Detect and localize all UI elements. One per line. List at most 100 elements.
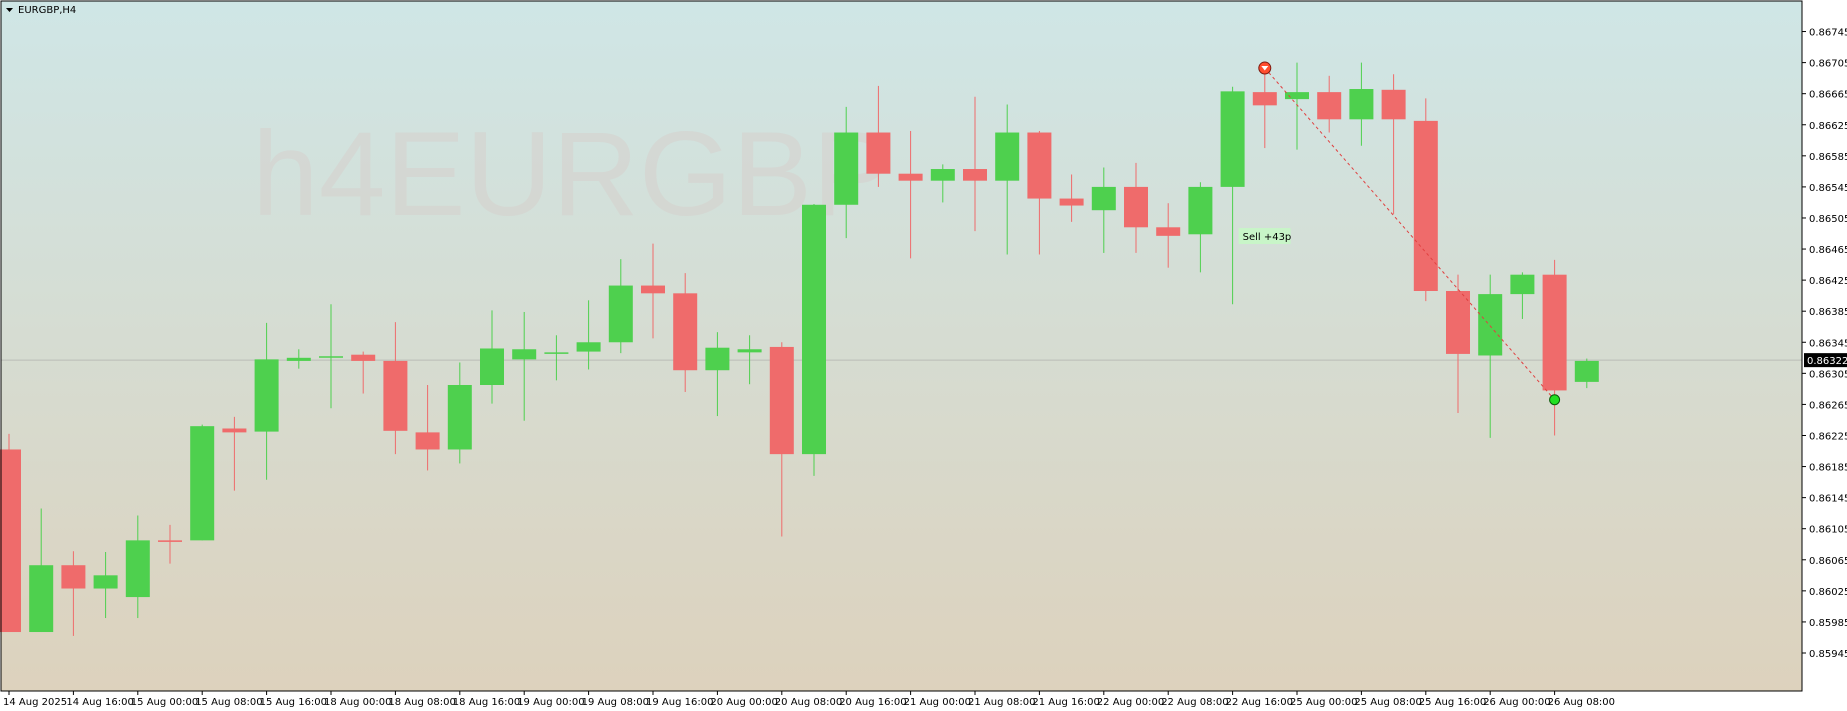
price-tick-label: 0.86705 <box>1809 59 1847 70</box>
candle-body <box>576 342 601 352</box>
candle-body <box>254 359 279 432</box>
time-tick-label: 25 Aug 00:00 <box>1290 697 1357 708</box>
time-tick-label: 22 Aug 16:00 <box>1226 697 1293 708</box>
time-tick-label: 20 Aug 00:00 <box>710 697 777 708</box>
candle-body <box>1574 360 1599 382</box>
price-tick-label: 0.86025 <box>1809 587 1847 598</box>
candle[interactable] <box>0 433 21 633</box>
symbol-watermark: h4EURGBP <box>252 107 892 241</box>
candle-body <box>351 354 376 361</box>
time-tick-label: 14 Aug 2025 <box>3 697 67 708</box>
time-axis[interactable]: 14 Aug 2025 14 Aug 16:0015 Aug 00:0015 Au… <box>3 691 1615 708</box>
candle-body <box>1413 120 1438 291</box>
candle-body <box>1091 186 1116 211</box>
trade-result-label: Sell +43p <box>1243 232 1292 243</box>
candle-body <box>1349 89 1374 120</box>
candle-body <box>93 575 118 589</box>
time-tick-label: 18 Aug 16:00 <box>453 697 520 708</box>
candle-body <box>1446 290 1470 354</box>
candle-body <box>222 428 247 433</box>
candle-body <box>544 352 569 354</box>
price-tick-label: 0.86505 <box>1809 214 1847 225</box>
price-tick-label: 0.86345 <box>1809 338 1847 349</box>
price-tick-label: 0.86305 <box>1809 369 1847 380</box>
time-tick-label: 18 Aug 00:00 <box>324 697 391 708</box>
price-chart[interactable]: h4EURGBP Sell +43p 0.86745 0.86705 0.86665… <box>0 0 1847 711</box>
candle-body <box>383 360 408 431</box>
price-tick-label: 0.86665 <box>1809 90 1847 101</box>
candle-body <box>1156 227 1181 236</box>
chart-background <box>1 1 1802 691</box>
candle-body <box>898 173 923 181</box>
time-tick-label: 14 Aug 16:00 <box>66 697 133 708</box>
time-tick-label: 22 Aug 00:00 <box>1097 697 1164 708</box>
price-tick-label: 0.85945 <box>1809 649 1847 660</box>
candle-body <box>1510 274 1535 295</box>
candle-body <box>641 285 665 294</box>
trade-exit-icon[interactable] <box>1549 394 1561 406</box>
price-tick-label: 0.86385 <box>1809 307 1847 318</box>
time-tick-label: 18 Aug 08:00 <box>388 697 455 708</box>
candle-body <box>1220 91 1245 187</box>
price-tick-label: 0.86105 <box>1809 525 1847 536</box>
candle-body <box>447 384 472 450</box>
time-tick-label: 19 Aug 08:00 <box>582 697 649 708</box>
time-tick-label: 26 Aug 00:00 <box>1483 697 1550 708</box>
price-tick-label: 0.86585 <box>1809 152 1847 163</box>
time-tick-label: 25 Aug 08:00 <box>1354 697 1421 708</box>
current-price-label: 0.86322 <box>1807 356 1847 367</box>
candle-body <box>1059 198 1084 206</box>
candle[interactable] <box>190 424 215 541</box>
price-tick-label: 0.86545 <box>1809 183 1847 194</box>
candle[interactable] <box>802 203 826 476</box>
price-tick-label: 0.86745 <box>1809 28 1847 39</box>
price-tick-label: 0.86185 <box>1809 463 1847 474</box>
price-axis[interactable]: 0.86745 0.86705 0.86665 0.86625 0.86585 0.865… <box>1802 28 1847 660</box>
candle-body <box>1542 274 1567 391</box>
candle-body <box>1252 92 1277 106</box>
time-tick-label: 15 Aug 00:00 <box>131 697 198 708</box>
price-tick-label: 0.86265 <box>1809 400 1847 411</box>
candle-body <box>286 357 311 361</box>
price-tick-label: 0.86465 <box>1809 245 1847 256</box>
candle-body <box>705 347 730 371</box>
candle-body <box>319 356 343 358</box>
candle-body <box>930 169 955 181</box>
sell-entry-icon[interactable] <box>1258 61 1272 75</box>
price-tick-label: 0.86145 <box>1809 494 1847 505</box>
time-tick-label: 26 Aug 08:00 <box>1548 697 1615 708</box>
price-tick-label: 0.86625 <box>1809 121 1847 132</box>
candle-body <box>995 132 1020 181</box>
candle-body <box>1478 294 1503 356</box>
candle-body <box>608 285 633 343</box>
candle-body <box>1027 132 1052 199</box>
candle[interactable] <box>1413 98 1438 302</box>
time-tick-label: 20 Aug 08:00 <box>775 697 842 708</box>
candle-body <box>125 540 150 598</box>
candle-body <box>29 565 54 633</box>
price-tick-label: 0.86225 <box>1809 431 1847 442</box>
price-tick-label: 0.85985 <box>1809 618 1847 629</box>
candle-body <box>769 346 794 455</box>
candle-body <box>1188 186 1213 235</box>
price-tick-label: 0.86065 <box>1809 556 1847 567</box>
candle-body <box>158 540 182 542</box>
symbol-title: EURGBP,H4 <box>18 5 76 16</box>
candle-body <box>737 349 762 353</box>
candle-body <box>866 132 891 174</box>
time-tick-label: 19 Aug 00:00 <box>517 697 584 708</box>
time-tick-label: 25 Aug 16:00 <box>1419 697 1486 708</box>
time-tick-label: 15 Aug 08:00 <box>195 697 262 708</box>
time-tick-label: 20 Aug 16:00 <box>839 697 906 708</box>
time-tick-label: 15 Aug 16:00 <box>260 697 327 708</box>
candle-body <box>802 204 826 455</box>
candle-body <box>512 349 537 360</box>
time-tick-label: 21 Aug 08:00 <box>968 697 1035 708</box>
candle-body <box>1381 89 1406 120</box>
time-tick-label: 22 Aug 08:00 <box>1161 697 1228 708</box>
candle-body <box>480 348 504 385</box>
candle-body <box>673 293 698 371</box>
candle-body <box>1124 186 1148 228</box>
candle-body <box>415 432 440 450</box>
candle-body <box>190 426 215 541</box>
